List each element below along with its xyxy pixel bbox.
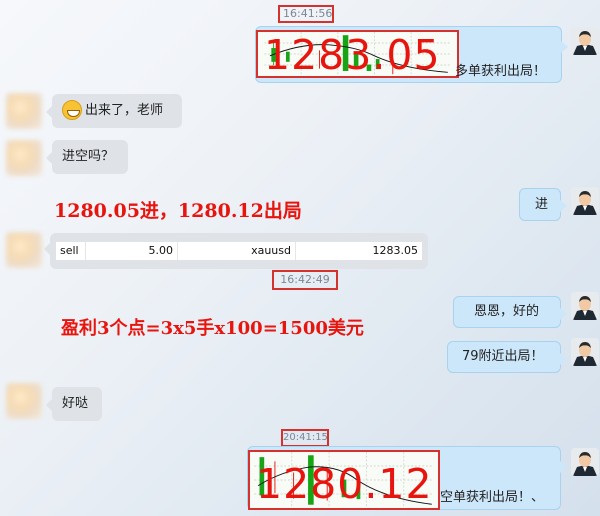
avatar-teacher[interactable]	[571, 292, 599, 320]
message-text: 好哒	[62, 396, 89, 411]
avatar-teacher[interactable]	[571, 187, 599, 215]
message-text: 出来了，老师	[85, 103, 164, 118]
image-caption: 空单获利出局！、	[440, 490, 545, 505]
order-side: sell	[56, 242, 86, 260]
order-message-bubble[interactable]: sell 5.00 xauusd 1283.05	[44, 233, 428, 269]
image-caption: 多单获利出局！	[455, 64, 547, 79]
avatar-icon	[571, 27, 599, 55]
message-bubble[interactable]: 进	[519, 188, 567, 221]
message-text: 进	[535, 197, 549, 212]
message-text: 进空吗？	[62, 149, 115, 164]
trade-chart-image[interactable]: 1280.12	[248, 450, 440, 510]
avatar-teacher[interactable]	[571, 338, 599, 366]
chart-price-label: 1280.12	[256, 460, 433, 508]
message-text: 79附近出局！	[462, 349, 544, 364]
order-symbol: xauusd	[178, 242, 296, 260]
avatar-icon	[571, 338, 599, 366]
chart-price-label: 1283.05	[264, 31, 441, 78]
message-bubble[interactable]: 79附近出局！	[447, 341, 567, 373]
avatar-student[interactable]	[6, 140, 42, 176]
avatar-teacher[interactable]	[571, 27, 599, 55]
timestamp: 16:42:49	[272, 270, 338, 290]
order-price: 1283.05	[372, 244, 419, 257]
message-bubble[interactable]: 出来了，老师	[46, 94, 182, 128]
entry-exit-annotation: 1280.05进，1280.12出局	[54, 200, 302, 222]
avatar-icon	[571, 448, 599, 476]
timestamp: 16:41:56	[278, 5, 334, 23]
message-bubble[interactable]: 恩恩，好的	[453, 296, 567, 328]
order-lots: 5.00	[86, 242, 178, 260]
avatar-student[interactable]	[6, 232, 42, 268]
message-text: 恩恩，好的	[474, 304, 540, 319]
message-bubble[interactable]: 进空吗？	[46, 140, 128, 174]
avatar-teacher[interactable]	[571, 448, 599, 476]
avatar-student[interactable]	[6, 93, 42, 129]
grin-emoji-icon	[62, 99, 82, 120]
avatar-student[interactable]	[6, 383, 42, 419]
message-bubble[interactable]: 好哒	[46, 387, 102, 421]
timestamp: 20:41:15	[281, 429, 329, 447]
order-row: sell 5.00 xauusd 1283.05	[56, 242, 422, 260]
trade-chart-image[interactable]: 1283.05	[256, 30, 459, 78]
avatar-icon	[571, 292, 599, 320]
profit-annotation: 盈利3个点=3x5手x100=1500美元	[61, 318, 364, 339]
avatar-icon	[571, 187, 599, 215]
